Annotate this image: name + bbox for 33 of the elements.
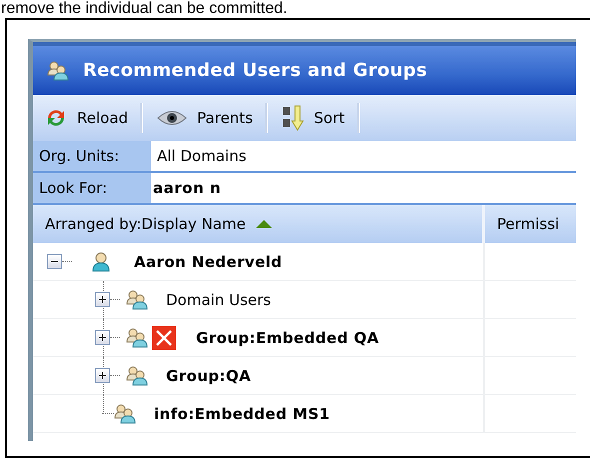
expand-toggle[interactable] (95, 330, 110, 345)
parents-button[interactable]: Parents (157, 100, 265, 136)
tree-item-label: Group:Embedded QA (196, 328, 379, 346)
tree-row[interactable]: Group:Embedded QA (33, 319, 485, 356)
expand-toggle[interactable] (95, 368, 110, 383)
field-label: Org. Units: (33, 141, 151, 171)
title-users-icon (47, 60, 69, 80)
tree-row[interactable]: Group:QA (33, 357, 485, 394)
user-icon (92, 252, 110, 272)
eye-icon (157, 109, 188, 127)
group-icon (126, 366, 148, 386)
column-header[interactable]: Permissi (485, 205, 560, 243)
field-label: Look For: (33, 173, 151, 203)
column-header[interactable]: Arranged by:Display Name (33, 205, 485, 243)
input-field[interactable]: aaron n (151, 173, 576, 203)
sort-button[interactable]: Sort (282, 100, 357, 136)
tree-item-label: info:Embedded MS1 (154, 404, 330, 422)
collapse-toggle[interactable] (47, 254, 62, 269)
tree-row[interactable]: info:Embedded MS1 (33, 395, 485, 432)
tree-row[interactable]: Domain Users (33, 281, 485, 318)
group-icon (114, 404, 136, 424)
caption-text: remove the individual can be committed. (0, 0, 288, 17)
reload-button[interactable]: Reload (45, 100, 140, 136)
expand-toggle[interactable] (95, 292, 110, 307)
window-title: Recommended Users and Groups (83, 60, 428, 81)
tree-row[interactable]: Aaron Nederveld (33, 243, 485, 280)
tree-item-label: Aaron Nederveld (134, 252, 282, 270)
group-icon (126, 328, 148, 348)
tree-item-label: Domain Users (166, 290, 271, 308)
tree-item-label: Group:QA (166, 366, 251, 384)
sort-icon (282, 105, 304, 131)
input-field[interactable]: All Domains (151, 141, 576, 171)
group-icon (126, 290, 148, 310)
